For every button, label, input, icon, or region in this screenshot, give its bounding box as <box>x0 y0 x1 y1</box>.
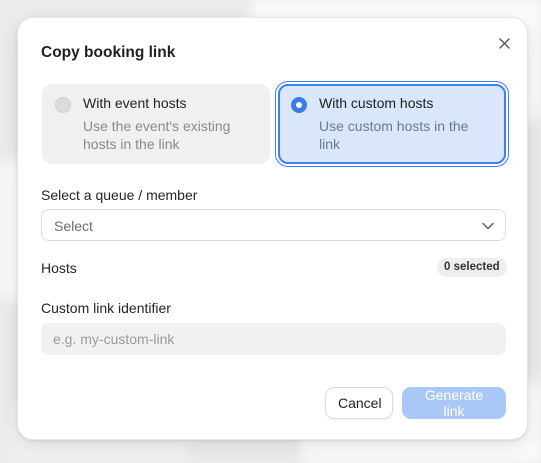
hosts-count-badge: 0 selected <box>437 258 507 277</box>
queue-select-label: Select a queue / member <box>41 187 198 203</box>
generate-link-button[interactable]: Generate link <box>402 387 506 419</box>
radio-unselected-icon[interactable] <box>55 97 71 113</box>
option-title: With custom hosts <box>319 95 434 111</box>
radio-selected-icon[interactable] <box>291 97 307 113</box>
custom-link-input[interactable] <box>41 323 506 355</box>
option-description: Use custom hosts in the link <box>319 118 469 152</box>
cancel-button[interactable]: Cancel <box>325 387 393 419</box>
select-value: Select <box>54 218 93 234</box>
copy-booking-link-dialog: Copy booking link With event hosts Use t… <box>17 17 528 440</box>
custom-link-label: Custom link identifier <box>41 300 171 316</box>
close-button[interactable] <box>496 35 512 51</box>
dialog-title: Copy booking link <box>41 44 176 61</box>
queue-member-select[interactable]: Select <box>41 209 506 241</box>
close-icon <box>498 37 510 49</box>
option-custom-hosts[interactable]: With custom hosts Use custom hosts in th… <box>278 84 506 164</box>
hosts-label: Hosts <box>41 260 77 276</box>
option-event-hosts[interactable]: With event hosts Use the event's existin… <box>42 84 270 164</box>
option-title: With event hosts <box>83 95 187 111</box>
chevron-down-icon <box>482 222 494 230</box>
option-description: Use the event's existing hosts in the li… <box>83 118 231 152</box>
